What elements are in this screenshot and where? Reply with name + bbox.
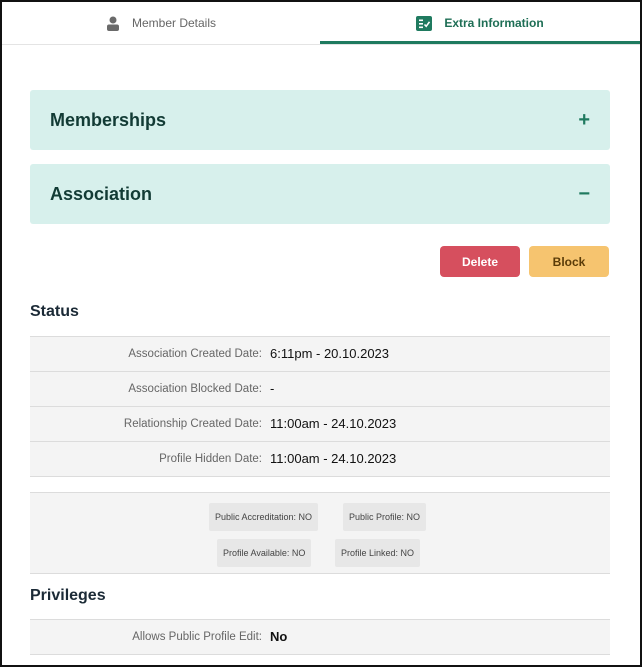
status-row-association-created: Association Created Date: 6:11pm - 20.10…: [30, 337, 610, 372]
status-row-profile-hidden: Profile Hidden Date: 11:00am - 24.10.202…: [30, 442, 610, 477]
row-value: -: [270, 381, 275, 396]
expand-icon[interactable]: +: [578, 90, 590, 150]
privileges-heading: Privileges: [30, 587, 106, 604]
delete-button[interactable]: Delete: [440, 246, 520, 277]
row-label: Allows Public Profile Edit:: [132, 631, 262, 643]
profile-available-badge: Profile Available: NO: [217, 539, 312, 567]
row-label: Association Created Date:: [128, 348, 262, 360]
memberships-accordion[interactable]: Memberships +: [30, 90, 610, 150]
row-label: Relationship Created Date:: [123, 418, 262, 430]
tab-label: Member Details: [131, 16, 217, 30]
privileges-table: Allows Public Profile Edit: No: [30, 619, 610, 655]
status-table: Association Created Date: 6:11pm - 20.10…: [30, 336, 610, 477]
block-button[interactable]: Block: [529, 246, 609, 277]
tab-bar: Member Details Extra Information: [2, 2, 640, 45]
row-value: 11:00am - 24.10.2023: [270, 416, 397, 431]
public-profile-badge: Public Profile: NO: [343, 503, 427, 531]
public-accreditation-badge: Public Accreditation: NO: [209, 503, 319, 531]
active-tab-indicator: [320, 41, 640, 44]
row-label: Profile Hidden Date:: [159, 453, 262, 465]
tab-member-details[interactable]: Member Details: [2, 2, 320, 44]
status-heading: Status: [30, 303, 79, 320]
row-value: No: [270, 629, 288, 644]
collapse-icon[interactable]: −: [578, 164, 590, 224]
accordion-title: Memberships: [50, 110, 167, 130]
checklist-icon: [416, 15, 433, 31]
person-icon: [106, 16, 120, 31]
status-row-association-blocked: Association Blocked Date: -: [30, 372, 610, 407]
association-accordion[interactable]: Association −: [30, 164, 610, 224]
status-row-relationship-created: Relationship Created Date: 11:00am - 24.…: [30, 407, 610, 442]
app-frame: Member Details Extra Information Members…: [0, 0, 642, 667]
row-label: Association Blocked Date:: [128, 383, 262, 395]
row-value: 11:00am - 24.10.2023: [270, 451, 397, 466]
row-value: 6:11pm - 20.10.2023: [270, 346, 390, 361]
profile-linked-badge: Profile Linked: NO: [335, 539, 421, 567]
privilege-row-public-profile-edit: Allows Public Profile Edit: No: [30, 620, 610, 655]
accordion-title: Association: [50, 184, 153, 204]
tab-extra-information[interactable]: Extra Information: [320, 2, 640, 44]
tab-label: Extra Information: [444, 16, 544, 30]
status-flags: Public Accreditation: NO Public Profile:…: [30, 492, 610, 574]
